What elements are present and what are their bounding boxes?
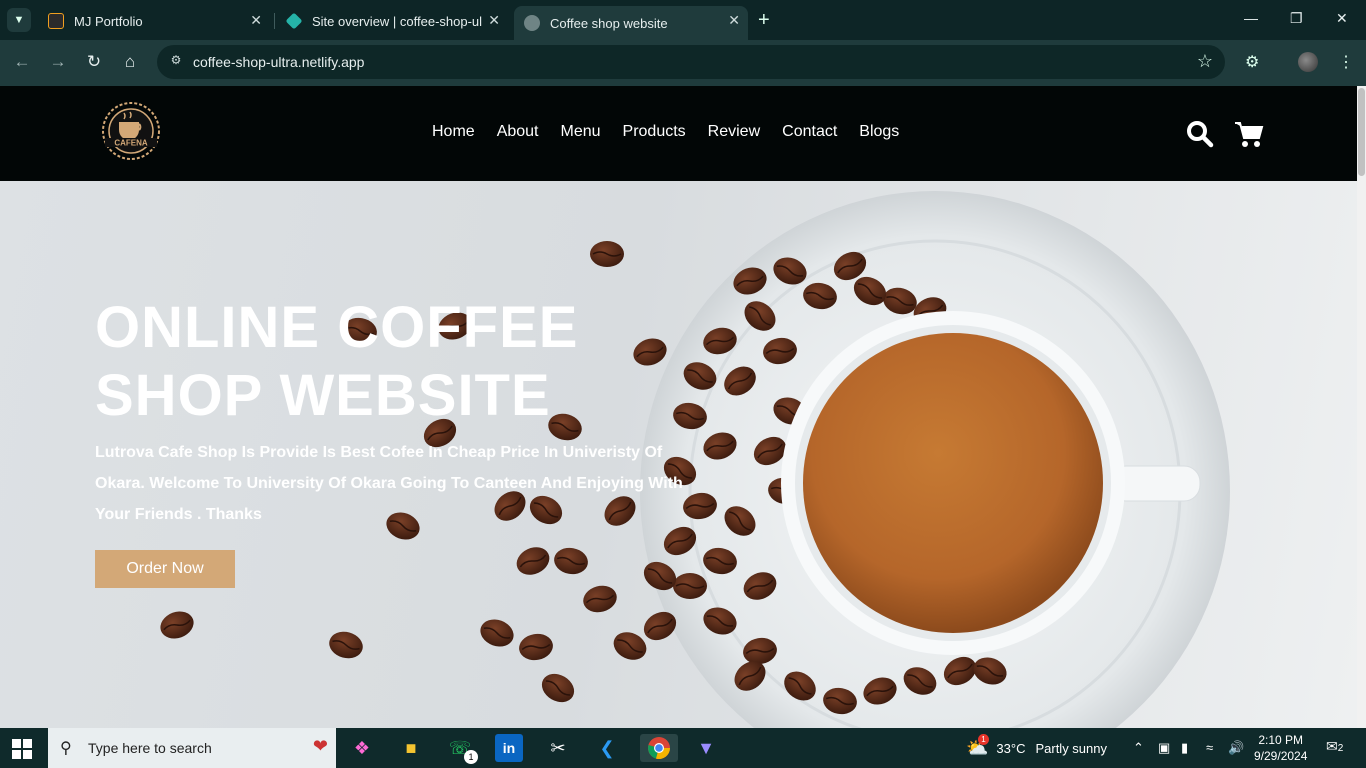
- capcut-icon[interactable]: ✂: [544, 734, 572, 762]
- browser-toolbar: ← → ↻ ⌂ ⚙ coffee-shop-ultra.netlify.app …: [0, 40, 1366, 86]
- volume-icon[interactable]: 🔊: [1228, 740, 1244, 756]
- mj-logo-icon: [48, 13, 64, 29]
- url-text[interactable]: coffee-shop-ultra.netlify.app: [193, 54, 364, 70]
- cafena-logo[interactable]: CAFENA: [94, 100, 168, 162]
- hero-title-line2: SHOP WEBSITE: [95, 363, 551, 428]
- taskbar-search-placeholder: Type here to search: [88, 740, 212, 756]
- tab-title: MJ Portfolio: [74, 13, 143, 29]
- wifi-icon[interactable]: ≈: [1206, 740, 1213, 755]
- notification-center-icon[interactable]: ✉2: [1326, 738, 1343, 755]
- clock-date: 9/29/2024: [1254, 749, 1308, 763]
- hero-section: ONLINE COFFEE SHOP WEBSITE Lutrova Cafe …: [0, 181, 1357, 728]
- minimize-button[interactable]: —: [1244, 10, 1258, 26]
- proton-vpn-icon[interactable]: ▼: [692, 734, 720, 762]
- search-icon: ⚲: [60, 740, 72, 757]
- battery-icon[interactable]: ▮: [1181, 740, 1188, 756]
- home-button[interactable]: ⌂: [119, 52, 141, 72]
- file-explorer-icon[interactable]: ■: [397, 734, 425, 762]
- clock-time: 2:10 PM: [1258, 733, 1304, 747]
- close-icon[interactable]: ✕: [728, 12, 740, 29]
- show-hidden-icons[interactable]: ⌃: [1133, 740, 1144, 756]
- nav-home[interactable]: Home: [432, 123, 475, 141]
- hero-title-line1: ONLINE COFFEE: [95, 295, 579, 360]
- tab-site-overview[interactable]: Site overview | coffee-shop-ultr ✕: [276, 6, 508, 36]
- taskbar-search[interactable]: ⚲ Type here to search ❤: [48, 728, 336, 768]
- hero-title: ONLINE COFFEE SHOP WEBSITE: [95, 294, 715, 430]
- new-tab-button[interactable]: +: [758, 10, 770, 30]
- page-scrollbar[interactable]: [1357, 86, 1366, 728]
- nav-blogs[interactable]: Blogs: [859, 123, 899, 141]
- nav-about[interactable]: About: [497, 123, 539, 141]
- netlify-icon: [285, 12, 303, 30]
- linkedin-icon[interactable]: in: [495, 734, 523, 762]
- back-button[interactable]: ←: [11, 52, 33, 72]
- search-highlight-icon: ❤: [312, 736, 328, 756]
- bookmark-star-icon[interactable]: ☆: [1197, 51, 1213, 72]
- nav-contact[interactable]: Contact: [782, 123, 837, 141]
- weather-icon: ⛅ 1: [966, 734, 989, 758]
- copilot-icon[interactable]: ❖: [348, 734, 376, 762]
- vscode-icon[interactable]: ❮: [593, 734, 621, 762]
- meet-now-icon[interactable]: ▣: [1158, 740, 1170, 756]
- restore-button[interactable]: ❐: [1290, 10, 1303, 27]
- windows-start-icon[interactable]: [12, 739, 32, 759]
- address-bar[interactable]: ⚙ coffee-shop-ultra.netlify.app ☆: [157, 45, 1225, 79]
- close-icon[interactable]: ✕: [488, 12, 500, 29]
- nav-review[interactable]: Review: [708, 123, 760, 141]
- weather-widget[interactable]: ⛅ 1 33°C Partly sunny: [966, 734, 1108, 759]
- tab-search-button[interactable]: ▼: [7, 8, 31, 32]
- page-viewport: CAFENA Home About Menu Products Review C…: [0, 86, 1366, 728]
- menu-kebab-icon[interactable]: ⋮: [1338, 52, 1354, 72]
- logo-text: CAFENA: [114, 139, 148, 148]
- whatsapp-badge: 1: [464, 750, 478, 764]
- main-nav: Home About Menu Products Review Contact …: [432, 123, 921, 141]
- tab-separator: [274, 13, 275, 29]
- close-window-button[interactable]: ✕: [1336, 10, 1348, 27]
- tab-mj-portfolio[interactable]: MJ Portfolio ✕: [38, 6, 270, 36]
- nav-products[interactable]: Products: [623, 123, 686, 141]
- extensions-icon[interactable]: ⚙: [1245, 52, 1259, 72]
- site-info-icon[interactable]: ⚙: [167, 53, 185, 71]
- weather-badge: 1: [978, 734, 989, 745]
- globe-icon: [524, 15, 540, 31]
- search-icon[interactable]: [1186, 120, 1214, 148]
- hero-description: Lutrova Cafe Shop Is Provide Is Best Cof…: [95, 444, 683, 523]
- whatsapp-icon[interactable]: ☏ 1: [446, 734, 478, 764]
- site-header: CAFENA Home About Menu Products Review C…: [0, 86, 1357, 181]
- notification-count: 2: [1337, 743, 1344, 754]
- temperature: 33°C: [996, 741, 1026, 756]
- reload-button[interactable]: ↻: [83, 52, 105, 72]
- close-icon[interactable]: ✕: [250, 12, 262, 29]
- forward-button[interactable]: →: [47, 52, 69, 72]
- tab-coffee-shop[interactable]: Coffee shop website ✕: [514, 6, 748, 40]
- profile-avatar[interactable]: [1298, 52, 1318, 72]
- tab-title: Site overview | coffee-shop-ultr: [312, 13, 482, 29]
- cart-icon[interactable]: [1234, 120, 1264, 148]
- nav-menu[interactable]: Menu: [561, 123, 601, 141]
- weather-text: Partly sunny: [1035, 741, 1108, 756]
- scrollbar-thumb[interactable]: [1358, 88, 1365, 176]
- windows-taskbar: ⚲ Type here to search ❤ ❖ ■ ☏ 1 in ✂ ❮ ▼ …: [0, 728, 1366, 768]
- system-clock[interactable]: 2:10 PM 9/29/2024: [1254, 732, 1307, 764]
- browser-tabstrip: ▼ MJ Portfolio ✕ Site overview | coffee-…: [0, 0, 1366, 40]
- tab-title: Coffee shop website: [550, 15, 668, 31]
- chrome-icon[interactable]: [640, 734, 678, 762]
- order-now-button[interactable]: Order Now: [95, 550, 235, 588]
